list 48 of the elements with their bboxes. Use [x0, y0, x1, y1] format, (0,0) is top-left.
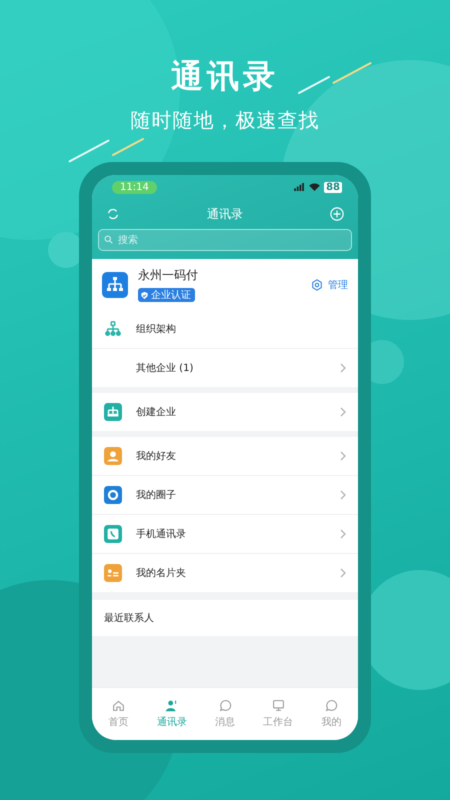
hero-subtitle: 随时随地，极速查找 — [130, 107, 320, 134]
search-icon — [104, 235, 113, 244]
chat-bubble-icon — [324, 699, 338, 712]
item-label: 我的圈子 — [136, 488, 177, 502]
monitor-icon — [272, 699, 285, 712]
card-icon — [104, 564, 122, 582]
chevron-icon — [340, 568, 346, 578]
item-label: 创建企业 — [136, 406, 177, 419]
chevron-icon — [340, 407, 346, 417]
chevron-icon — [340, 490, 346, 500]
person-icon — [104, 447, 122, 465]
section-title: 最近联系人 — [92, 600, 358, 636]
list-item[interactable]: 手机通讯录 — [92, 514, 358, 553]
header-title: 通讯录 — [207, 206, 243, 222]
gear-icon — [311, 278, 323, 290]
search-field[interactable]: 搜索 — [98, 229, 352, 251]
list-item[interactable]: 创建企业 — [92, 393, 358, 431]
item-label: 组织架构 — [136, 322, 177, 336]
manage-button[interactable]: 管理 — [311, 278, 348, 292]
ring-icon — [104, 486, 122, 504]
phone-icon — [104, 525, 122, 543]
list-item[interactable]: 我的名片夹 — [92, 553, 358, 592]
list-item[interactable]: 我的好友 — [92, 437, 358, 475]
item-label: 我的名片夹 — [136, 566, 187, 580]
chevron-icon — [340, 529, 346, 539]
status-time: 11:14 — [112, 180, 157, 194]
add-icon[interactable] — [330, 207, 344, 221]
org-chart-icon — [102, 272, 128, 298]
item-label: 其他企业 (1) — [136, 362, 194, 375]
org-chart-icon — [104, 403, 122, 421]
item-label: 我的好友 — [136, 450, 177, 463]
wifi-icon — [309, 183, 320, 191]
home-icon — [112, 699, 126, 712]
refresh-icon[interactable] — [106, 207, 120, 221]
person-icon — [165, 699, 178, 712]
chevron-icon — [340, 363, 346, 373]
verified-badge: 企业认证 — [138, 288, 195, 302]
battery-level: 88 — [324, 182, 342, 192]
chevron-icon — [340, 451, 346, 461]
signal-icon — [294, 183, 306, 191]
org-chart-icon — [104, 320, 122, 338]
item-label: 手机通讯录 — [136, 528, 187, 541]
list-item[interactable]: 我的圈子 — [92, 475, 358, 514]
hero-title: 通讯录 — [171, 56, 279, 97]
list-item[interactable]: 组织架构 — [92, 310, 358, 348]
list-item[interactable]: 其他企业 (1) — [92, 348, 358, 387]
company-name: 永州一码付 — [138, 267, 198, 284]
chat-bubble-icon — [218, 699, 232, 712]
